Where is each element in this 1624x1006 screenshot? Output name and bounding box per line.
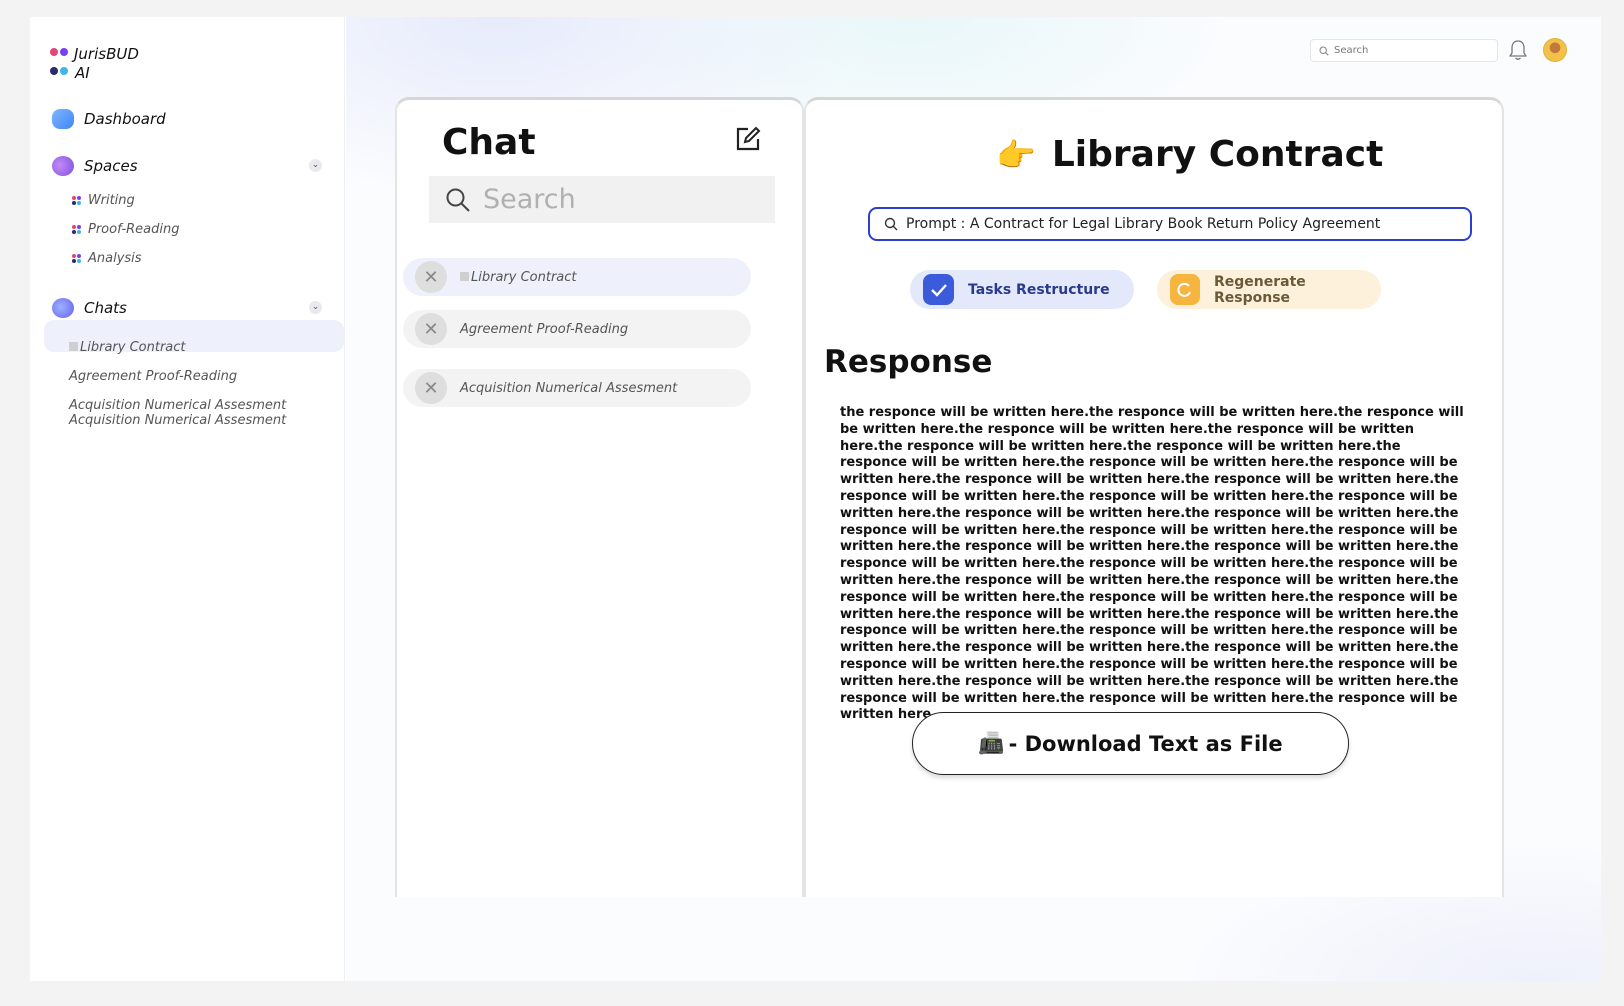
sidebar-chat-label: Acquisition Numerical Assesment <box>69 413 287 428</box>
edit-icon[interactable] <box>735 126 761 152</box>
chat-item-agreement[interactable]: ✕ Agreement Proof-Reading <box>403 310 751 348</box>
sidebar-chat-library-contract[interactable]: Library Contract <box>69 340 186 355</box>
fax-icon: 📠 <box>978 731 1005 755</box>
regenerate-response-button[interactable]: Regenerate Response <box>1157 270 1381 309</box>
close-icon[interactable]: ✕ <box>415 313 447 345</box>
prompt-text: Prompt : A Contract for Legal Library Bo… <box>906 216 1381 232</box>
response-title-text: Library Contract <box>1051 134 1384 175</box>
chat-panel: Chat Search ✕ Library Contract ✕ Agreeme… <box>395 97 804 897</box>
refresh-icon <box>1170 274 1200 305</box>
close-icon[interactable]: ✕ <box>415 372 447 404</box>
space-dots-icon <box>72 225 81 234</box>
sidebar-chat-label: Agreement Proof-Reading <box>69 369 238 384</box>
nav-spaces-label: Spaces <box>84 157 138 175</box>
chat-search-input[interactable]: Search <box>429 176 775 223</box>
chat-item-text: Library Contract <box>471 269 577 285</box>
spaces-icon <box>52 156 74 176</box>
dashboard-icon <box>52 109 74 129</box>
space-item-label: Writing <box>88 193 135 208</box>
logo-line2: AI <box>75 64 90 82</box>
response-heading: Response <box>824 344 993 380</box>
close-icon[interactable]: ✕ <box>415 261 447 293</box>
chat-item-acquisition[interactable]: ✕ Acquisition Numerical Assesment <box>403 369 751 407</box>
logo-line1: JurisBUD <box>74 45 139 63</box>
chat-search-placeholder: Search <box>483 184 576 215</box>
chat-title: Chat <box>442 122 536 163</box>
sidebar: JurisBUD AI Dashboard Spaces ⌄ Writing P… <box>30 17 345 981</box>
logo-text: JurisBUD AI <box>74 45 139 83</box>
chat-item-label: Agreement Proof-Reading <box>460 321 629 337</box>
download-text-button[interactable]: 📠 - Download Text as File <box>912 712 1349 775</box>
regenerate-response-label: Regenerate Response <box>1213 273 1306 306</box>
pointing-hand-icon: 👉 <box>996 135 1036 174</box>
sidebar-chat-agreement[interactable]: Agreement Proof-Reading <box>69 369 237 384</box>
chats-icon <box>52 298 74 318</box>
response-body: the responce will be written here.the re… <box>840 405 1464 723</box>
sidebar-chat-acquisition-2[interactable]: Acquisition Numerical Assesment <box>69 413 286 428</box>
chat-item-label: Acquisition Numerical Assesment <box>460 380 678 396</box>
main-area: Search Chat Search ✕ Library Contract ✕ … <box>346 17 1601 981</box>
nav-chats-label: Chats <box>84 299 127 317</box>
space-item-analysis[interactable]: Analysis <box>72 251 142 266</box>
square-icon <box>460 271 469 281</box>
sidebar-chat-label: Library Contract <box>80 340 186 355</box>
avatar[interactable] <box>1543 38 1567 62</box>
square-icon <box>69 342 78 351</box>
nav-spaces[interactable]: Spaces ⌄ <box>52 156 322 176</box>
search-icon <box>446 188 470 212</box>
nav-dashboard-label: Dashboard <box>84 110 166 128</box>
space-item-writing[interactable]: Writing <box>72 193 135 208</box>
space-dots-icon <box>72 196 81 205</box>
bell-icon[interactable] <box>1508 39 1528 61</box>
nav-chats[interactable]: Chats ⌄ <box>52 298 322 318</box>
space-item-label: Analysis <box>88 251 142 266</box>
download-text-label: - Download Text as File <box>1008 731 1283 756</box>
search-icon <box>884 217 898 231</box>
space-dots-icon <box>72 254 81 263</box>
response-panel: 👉 Library Contract Prompt : A Contract f… <box>804 97 1504 897</box>
chevron-down-icon[interactable]: ⌄ <box>309 301 322 314</box>
logo[interactable]: JurisBUD AI <box>50 45 139 83</box>
search-icon <box>1319 45 1329 56</box>
chevron-down-icon[interactable]: ⌄ <box>309 159 322 172</box>
sidebar-chat-label: Acquisition Numerical Assesment <box>69 398 287 413</box>
response-title: 👉 Library Contract <box>996 134 1383 175</box>
app-window: JurisBUD AI Dashboard Spaces ⌄ Writing P… <box>30 17 1601 981</box>
space-item-label: Proof-Reading <box>88 222 180 237</box>
check-icon <box>923 274 954 305</box>
nav-dashboard[interactable]: Dashboard <box>52 109 166 129</box>
sidebar-chat-acquisition[interactable]: Acquisition Numerical Assesment <box>69 398 286 413</box>
prompt-input[interactable]: Prompt : A Contract for Legal Library Bo… <box>868 207 1472 241</box>
tasks-restructure-label: Tasks Restructure <box>968 281 1110 298</box>
top-search-placeholder: Search <box>1334 45 1369 56</box>
chat-item-library-contract[interactable]: ✕ Library Contract <box>403 258 751 296</box>
space-item-proof-reading[interactable]: Proof-Reading <box>72 222 179 237</box>
logo-icon <box>50 48 68 83</box>
tasks-restructure-button[interactable]: Tasks Restructure <box>910 270 1134 309</box>
chat-item-label: Library Contract <box>460 270 577 285</box>
top-search-input[interactable]: Search <box>1310 39 1498 62</box>
